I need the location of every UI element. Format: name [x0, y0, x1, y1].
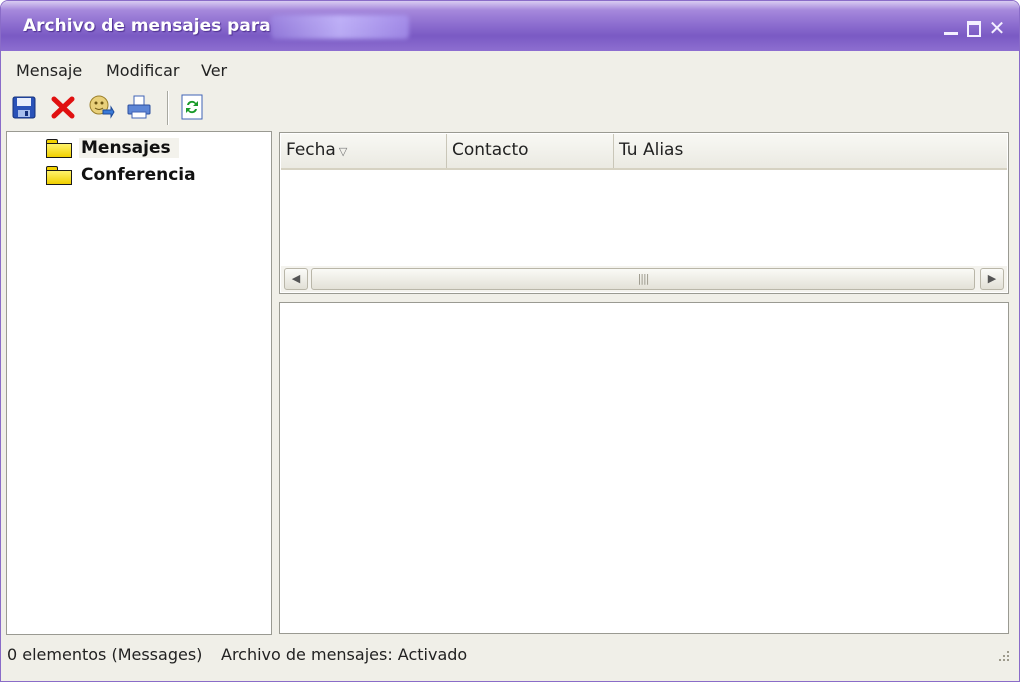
column-label: Contacto — [452, 140, 529, 160]
print-icon — [127, 95, 151, 119]
status-item-count: 0 elementos (Messages) — [7, 645, 203, 664]
menu-ver[interactable]: Ver — [201, 61, 227, 80]
toolbar-separator — [167, 91, 169, 125]
maximize-button[interactable] — [965, 19, 983, 37]
contact-icon — [89, 95, 115, 119]
save-icon — [12, 96, 36, 119]
menu-mensaje[interactable]: Mensaje — [16, 61, 82, 80]
column-label: Fecha — [286, 140, 336, 160]
resize-grip-icon[interactable] — [995, 649, 1011, 665]
message-list: Fecha ▽ Contacto Tu Alias ◀ |||| ▶ — [279, 132, 1009, 294]
column-header-tu-alias[interactable]: Tu Alias — [614, 134, 1007, 168]
folder-icon — [45, 138, 73, 158]
tree-item-mensajes[interactable]: Mensajes — [45, 136, 179, 160]
toolbar — [1, 87, 1019, 127]
refresh-button[interactable] — [178, 93, 206, 121]
scroll-thumb[interactable]: |||| — [311, 268, 975, 290]
column-headers: Fecha ▽ Contacto Tu Alias — [281, 134, 1007, 170]
column-label: Tu Alias — [619, 140, 684, 160]
tree-item-label: Conferencia — [81, 165, 196, 185]
add-contact-button[interactable] — [87, 93, 115, 121]
column-header-fecha[interactable]: Fecha ▽ — [281, 134, 447, 168]
tree-item-conferencia[interactable]: Conferencia — [45, 163, 204, 187]
column-header-contacto[interactable]: Contacto — [447, 134, 614, 168]
delete-icon — [51, 96, 75, 119]
scroll-left-button[interactable]: ◀ — [284, 268, 308, 290]
refresh-icon — [181, 94, 203, 120]
status-archive-state: Archivo de mensajes: Activado — [221, 645, 468, 664]
menu-bar: Mensaje Modificar Ver — [1, 55, 1019, 83]
delete-button[interactable] — [49, 93, 77, 121]
minimize-button[interactable] — [942, 19, 960, 37]
close-button[interactable]: ✕ — [988, 18, 1006, 38]
title-bar[interactable]: Archivo de mensajes para ✕ — [1, 1, 1019, 51]
window-title: Archivo de mensajes para — [23, 16, 271, 36]
print-button[interactable] — [125, 93, 153, 121]
message-archive-window: Archivo de mensajes para ✕ Mensaje Modif… — [0, 0, 1020, 682]
menu-modificar[interactable]: Modificar — [106, 61, 179, 80]
tree-item-label: Mensajes — [79, 138, 179, 158]
scroll-right-button[interactable]: ▶ — [980, 268, 1004, 290]
folder-icon — [45, 165, 73, 185]
message-preview[interactable] — [279, 302, 1009, 634]
folder-tree: Mensajes Conferencia — [6, 131, 272, 635]
sort-arrow-icon: ▽ — [338, 145, 348, 158]
status-bar: 0 elementos (Messages) Archivo de mensaj… — [1, 641, 1019, 671]
horizontal-scrollbar[interactable]: ◀ |||| ▶ — [281, 266, 1007, 292]
redacted-contact-name — [271, 15, 409, 39]
save-button[interactable] — [10, 93, 38, 121]
